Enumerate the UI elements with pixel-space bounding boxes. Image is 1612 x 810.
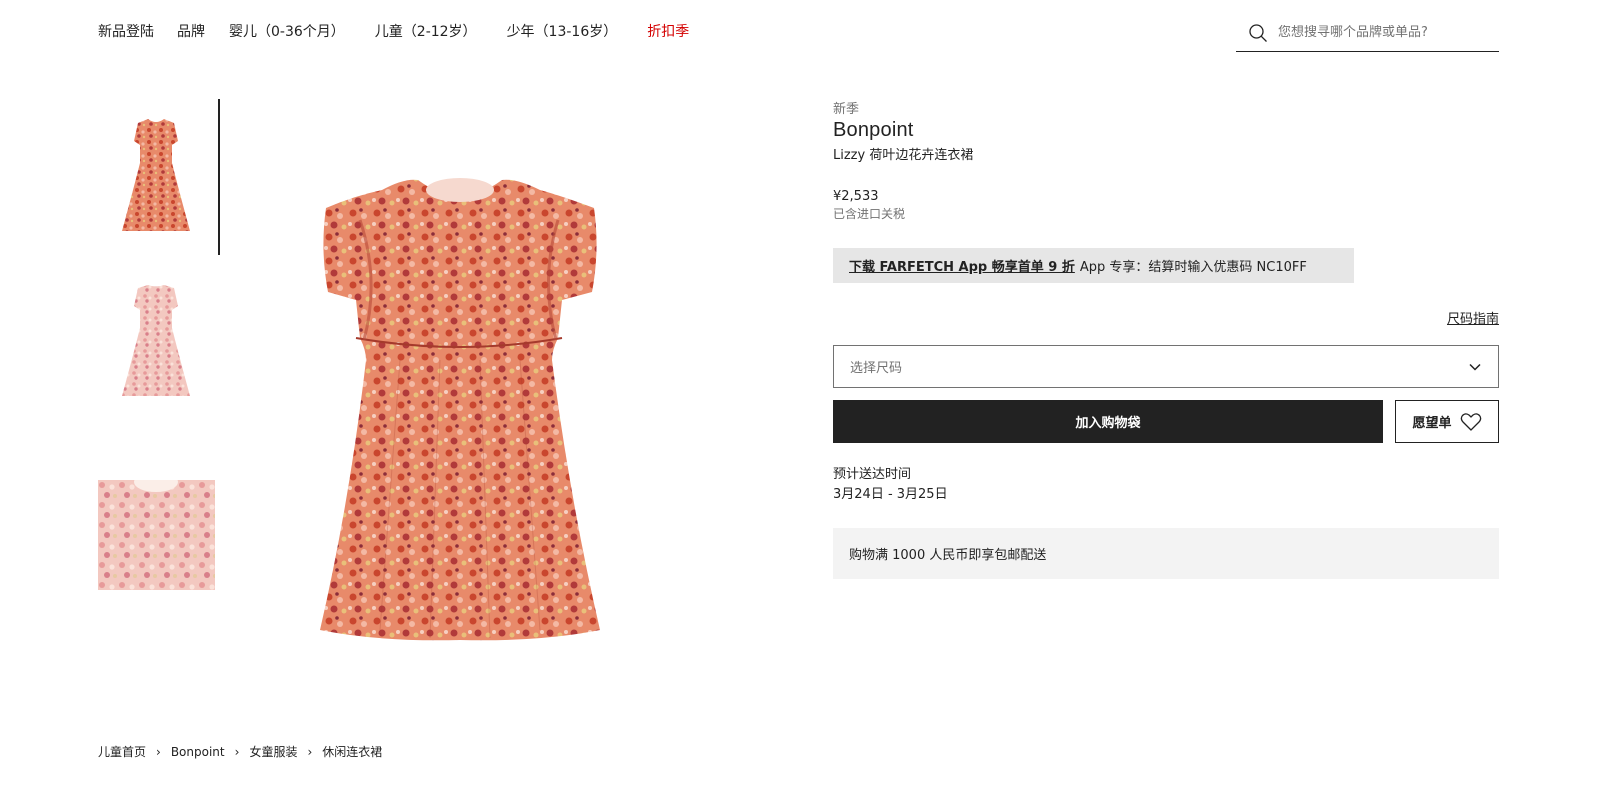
breadcrumb-casual-dresses[interactable]: 休闲连衣裙	[322, 743, 382, 760]
wishlist-button[interactable]: 愿望单	[1395, 400, 1499, 443]
nav-item-kids[interactable]: 儿童（2-12岁）	[375, 21, 477, 41]
delivery-dates: 3月24日 - 3月25日	[833, 487, 948, 502]
active-thumbnail-indicator	[218, 99, 220, 255]
app-promo-banner: 下载 FARFETCH App 畅享首单 9 折 App 专享：结算时输入优惠码…	[833, 248, 1354, 283]
breadcrumb-kids-home[interactable]: 儿童首页	[98, 743, 146, 760]
nav-item-sale[interactable]: 折扣季	[647, 21, 689, 41]
wishlist-label: 愿望单	[1412, 416, 1452, 431]
size-guide-link[interactable]: 尺码指南	[1447, 308, 1499, 327]
size-select[interactable]: 选择尺码	[833, 345, 1499, 388]
thumbnail-detail[interactable]	[98, 472, 215, 590]
main-product-image[interactable]	[300, 160, 620, 660]
breadcrumb-separator-icon: ›	[307, 744, 313, 759]
dress-detail-thumbnail-image	[98, 472, 215, 590]
breadcrumb: 儿童首页 › Bonpoint › 女童服装 › 休闲连衣裙	[98, 743, 382, 760]
nav-item-teens[interactable]: 少年（13-16岁）	[507, 21, 618, 41]
delivery-label: 预计送达时间	[833, 467, 912, 482]
search-bar	[1236, 14, 1499, 52]
free-shipping-text: 购物满 1000 人民币即享包邮配送	[849, 548, 1047, 563]
top-nav: 新品登陆 品牌 婴儿（0-36个月） 儿童（2-12岁） 少年（13-16岁） …	[98, 20, 689, 42]
promo-text: App 专享：结算时输入优惠码 NC10FF	[1079, 260, 1307, 275]
tax-note: 已含进口关税	[833, 207, 906, 221]
chevron-down-icon	[1469, 363, 1481, 371]
add-to-bag-button[interactable]: 加入购物袋	[833, 400, 1383, 443]
delivery-estimate: 预计送达时间 3月24日 - 3月25日	[833, 465, 948, 505]
nav-item-new-in[interactable]: 新品登陆	[98, 21, 154, 41]
nav-item-brands[interactable]: 品牌	[177, 21, 205, 41]
breadcrumb-brand[interactable]: Bonpoint	[171, 745, 225, 759]
free-shipping-banner: 购物满 1000 人民币即享包邮配送	[833, 528, 1499, 579]
dress-image	[320, 178, 600, 641]
season-label: 新季	[833, 102, 860, 117]
thumbnail-back[interactable]	[98, 282, 215, 396]
thumbnail-front[interactable]	[98, 115, 215, 231]
breadcrumb-separator-icon: ›	[156, 744, 161, 759]
heart-icon	[1460, 412, 1481, 431]
product-details-panel: 新季 Bonpoint Lizzy 荷叶边花卉连衣裙 ¥2,533 已含进口关税…	[833, 98, 1499, 579]
dress-back-thumbnail-image	[122, 285, 190, 396]
brand-name[interactable]: Bonpoint	[833, 119, 1499, 142]
product-name: Lizzy 荷叶边花卉连衣裙	[833, 148, 974, 163]
breadcrumb-girls-clothing[interactable]: 女童服装	[249, 743, 297, 760]
search-icon[interactable]	[1248, 23, 1268, 43]
breadcrumb-separator-icon: ›	[234, 744, 240, 759]
size-select-label: 选择尺码	[850, 361, 903, 376]
product-price: ¥2,533	[833, 189, 879, 204]
dress-thumbnail-image	[122, 119, 190, 231]
nav-item-baby[interactable]: 婴儿（0-36个月）	[229, 21, 345, 41]
app-download-link[interactable]: 下载 FARFETCH App 畅享首单 9 折	[849, 256, 1075, 275]
search-input[interactable]	[1278, 25, 1488, 40]
